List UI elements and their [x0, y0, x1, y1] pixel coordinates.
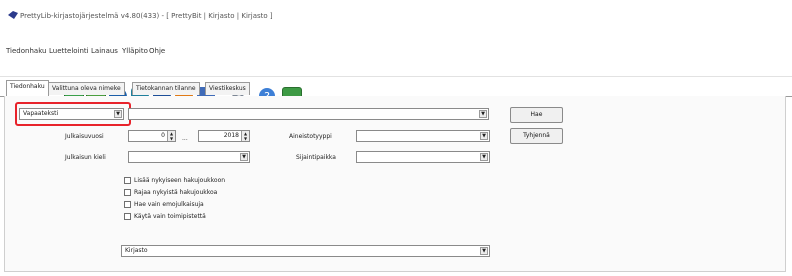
window-title: PrettyLib-kirjastojärjestelmä v4.80(433)…: [20, 12, 273, 20]
year-to-value: 2018: [223, 132, 239, 139]
chevron-down-icon[interactable]: ▼: [240, 153, 248, 161]
location-select[interactable]: ▼: [356, 151, 490, 163]
option-add-to-results-checkbox[interactable]: [124, 177, 131, 184]
menu-bar: Tiedonhaku Luettelointi Lainaus Ylläpito…: [0, 22, 792, 55]
option-limit-results-checkbox[interactable]: [124, 189, 131, 196]
language-select[interactable]: ▼: [128, 151, 250, 163]
title-bar: PrettyLib-kirjastojärjestelmä v4.80(433)…: [0, 0, 792, 22]
option-parent-publications-label: Hae vain emojulkaisuja: [134, 201, 204, 208]
field-type-highlight: [15, 102, 131, 126]
library-select[interactable]: Kirjasto ▼: [121, 245, 490, 257]
year-to-spinner-icon[interactable]: ▲ ▼: [241, 131, 249, 141]
tab-valittuna-oleva-nimeke[interactable]: Valittuna oleva nimeke: [48, 82, 125, 95]
chevron-down-icon[interactable]: ▼: [480, 132, 488, 140]
chevron-down-icon[interactable]: ▼: [479, 110, 487, 118]
app-logo-icon: [8, 11, 18, 19]
year-to-input[interactable]: 2018 ▲ ▼: [198, 130, 250, 142]
year-from-spinner-icon[interactable]: ▲ ▼: [167, 131, 175, 141]
material-type-label: Aineistotyyppi: [289, 133, 332, 140]
search-query-input[interactable]: ▼: [128, 108, 489, 120]
option-add-to-results-label: Lisää nykyiseen hakujoukkoon: [134, 177, 226, 184]
toolbar: ▾ ▾ ?: [0, 40, 792, 107]
year-range-separator: ...: [182, 135, 188, 142]
chevron-down-icon[interactable]: ▼: [480, 153, 488, 161]
tab-tiedonhaku[interactable]: Tiedonhaku: [6, 80, 49, 96]
option-limit-results-label: Rajaa nykyistä hakujoukkoa: [134, 189, 218, 196]
clear-button[interactable]: Tyhjennä: [510, 128, 563, 144]
chevron-down-icon[interactable]: ▼: [480, 247, 488, 255]
option-branch-only-label: Käytä vain toimipistettä: [134, 213, 206, 220]
library-value: Kirjasto: [125, 247, 148, 254]
year-label: Julkaisuvuosi: [65, 133, 104, 140]
search-button[interactable]: Hae: [510, 107, 563, 123]
option-parent-publications-checkbox[interactable]: [124, 201, 131, 208]
year-from-input[interactable]: 0 ▲ ▼: [128, 130, 176, 142]
tab-viestikeskus[interactable]: Viestikeskus: [205, 82, 250, 95]
year-from-value: 0: [161, 132, 165, 139]
material-type-select[interactable]: ▼: [356, 130, 490, 142]
option-branch-only-checkbox[interactable]: [124, 213, 131, 220]
tab-tietokannan-tilanne[interactable]: Tietokannan tilanne: [132, 82, 200, 95]
language-label: Julkaisun kieli: [65, 154, 106, 161]
location-label: Sijaintipaikka: [296, 154, 336, 161]
